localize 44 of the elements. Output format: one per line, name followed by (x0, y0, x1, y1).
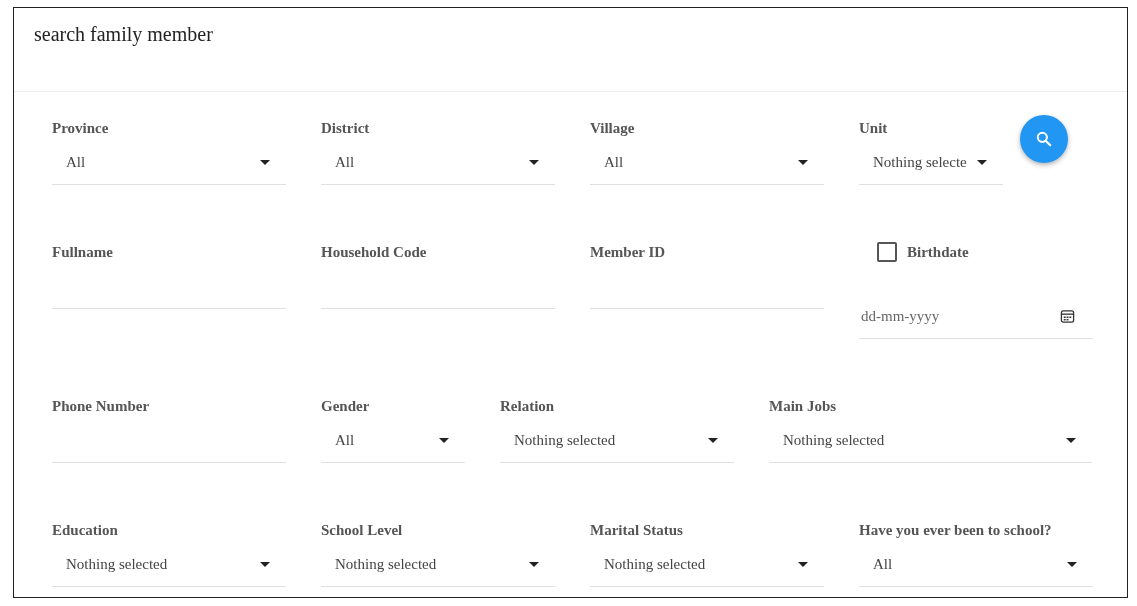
caret-icon (708, 437, 718, 443)
date-field[interactable]: dd-mm-yyyy (859, 295, 1093, 339)
field-label: Phone Number (52, 397, 150, 416)
select-dropdown[interactable]: All (321, 140, 555, 185)
calendar-icon[interactable] (1060, 309, 1075, 324)
field-label: Education (52, 521, 118, 540)
field-label: Member ID (590, 243, 666, 262)
caret-icon (1067, 561, 1077, 567)
field-label: Have you ever been to school? (859, 521, 1052, 540)
caret-icon (260, 561, 270, 567)
caret-icon (529, 159, 539, 165)
checkbox[interactable] (877, 242, 897, 262)
field-label: Unit (859, 119, 888, 138)
field-label: Province (52, 119, 109, 138)
select-dropdown[interactable]: Nothing selected (52, 542, 286, 587)
caret-icon (529, 561, 539, 567)
field-label: School Level (321, 521, 403, 540)
select-dropdown[interactable]: Nothing selected (500, 418, 734, 463)
field-label: District (321, 119, 370, 138)
field-label: Gender (321, 397, 370, 416)
select-dropdown[interactable]: All (590, 140, 824, 185)
field-label: Birthdate (907, 243, 969, 262)
select-dropdown[interactable]: Nothing selected (590, 542, 824, 587)
caret-icon (798, 561, 808, 567)
caret-icon (260, 159, 270, 165)
search-icon (1034, 129, 1054, 149)
field-label: Village (590, 119, 635, 138)
caret-icon (439, 437, 449, 443)
search-button[interactable] (1020, 115, 1068, 163)
select-dropdown[interactable]: Nothing selecte (859, 140, 1003, 185)
caret-icon (798, 159, 808, 165)
select-dropdown[interactable]: All (859, 542, 1093, 587)
field-label: Marital Status (590, 521, 683, 540)
caret-icon (1066, 437, 1076, 443)
caret-icon (977, 159, 987, 165)
panel-title: search family member (34, 23, 213, 45)
field-label: Main Jobs (769, 397, 837, 416)
field-label: Fullname (52, 243, 113, 262)
field-label: Household Code (321, 243, 427, 262)
select-dropdown[interactable]: All (52, 140, 286, 185)
select-dropdown[interactable]: Nothing selected (321, 542, 555, 587)
field-label: Relation (500, 397, 555, 416)
select-dropdown[interactable]: Nothing selected (769, 418, 1092, 463)
select-dropdown[interactable]: All (321, 418, 465, 463)
